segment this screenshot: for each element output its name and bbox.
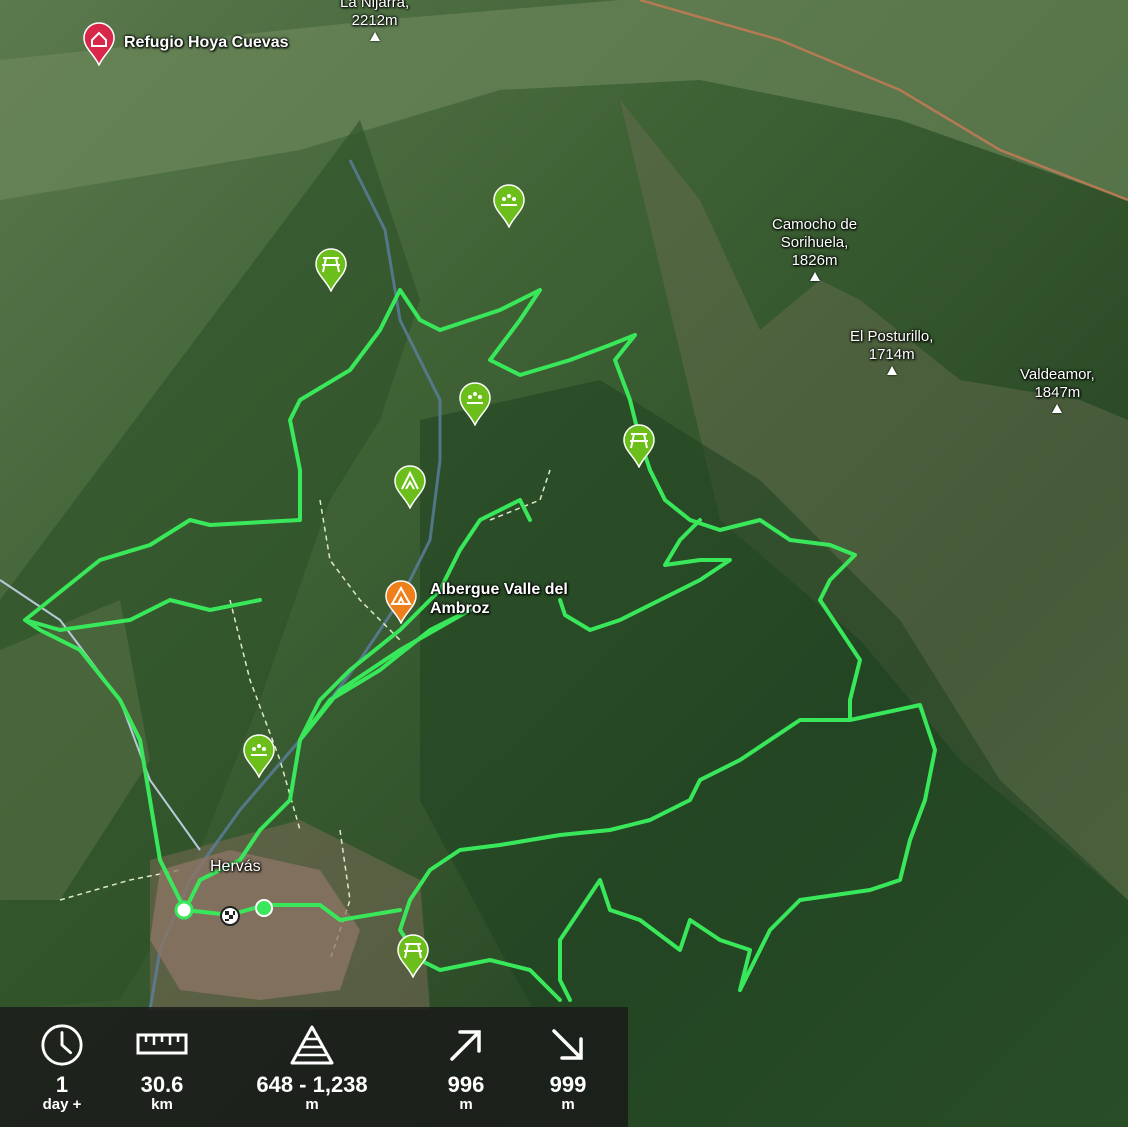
peak-icon — [809, 272, 820, 281]
campsite-pin-icon[interactable] — [384, 580, 418, 624]
satellite-map[interactable]: La Nijarra, 2212m Camocho de Sorihuela, … — [0, 0, 1128, 1127]
peak-icon — [1052, 404, 1063, 413]
viewpoint-pin-icon[interactable] — [492, 184, 526, 228]
ascent-unit: m — [459, 1096, 473, 1113]
peak-name: Camocho de Sorihuela, — [772, 216, 858, 251]
peak-name: El Posturillo, — [850, 328, 934, 345]
descent-unit: m — [561, 1096, 575, 1113]
altitude-unit: m — [305, 1096, 319, 1113]
picnic-pin-icon[interactable] — [314, 248, 348, 292]
peak-label-camocho: Camocho de Sorihuela, 1826m — [772, 216, 857, 281]
stat-altitude: 648 - 1,238 m — [200, 1007, 424, 1127]
picnic-pin-icon[interactable] — [622, 424, 656, 468]
stat-descent: 999 m — [508, 1007, 628, 1127]
descent-arrow-icon — [552, 1029, 583, 1060]
stat-ascent: 996 m — [424, 1007, 508, 1127]
ruler-icon — [136, 1033, 188, 1055]
peak-label-la-nijarra: La Nijarra, 2212m — [340, 0, 409, 41]
peak-icon — [886, 366, 897, 375]
start-marker-icon — [174, 900, 194, 920]
descent-value: 999 — [549, 1072, 587, 1097]
peak-elevation: 1847m — [1034, 384, 1081, 401]
distance-value: 30.6 — [140, 1072, 184, 1097]
altitude-icon — [290, 1025, 334, 1065]
altitude-value: 648 - 1,238 — [256, 1072, 368, 1097]
town-label: Hervás — [210, 858, 261, 875]
clock-icon — [41, 1024, 83, 1066]
peak-name: Valdeamor, — [1020, 366, 1095, 383]
peak-name: La Nijarra, — [340, 0, 410, 11]
shelter-pin-icon[interactable] — [393, 465, 427, 509]
refuge-pin-icon[interactable] — [82, 22, 116, 66]
ascent-value: 996 — [447, 1072, 485, 1097]
refugio-label[interactable]: Refugio Hoya Cuevas — [124, 34, 288, 52]
peak-elevation: 1826m — [791, 252, 838, 269]
peak-elevation: 2212m — [351, 12, 398, 29]
viewpoint-pin-icon[interactable] — [458, 382, 492, 426]
peak-icon — [369, 32, 380, 41]
distance-unit: km — [151, 1096, 173, 1113]
route-stats-panel: 1 day + 30.6 km 648 - 1,238 m 996 m 999 … — [0, 1007, 628, 1127]
ascent-arrow-icon — [450, 1030, 481, 1061]
peak-label-valdeamor: Valdeamor, 1847m — [1020, 366, 1095, 413]
waypoint-marker-icon — [255, 899, 273, 917]
stat-duration: 1 day + — [0, 1007, 124, 1127]
terrain-background — [0, 0, 1128, 1127]
duration-value: 1 — [55, 1072, 69, 1097]
duration-unit: day + — [42, 1096, 82, 1113]
peak-label-el-posturillo: El Posturillo, 1714m — [850, 328, 933, 375]
viewpoint-pin-icon[interactable] — [242, 734, 276, 778]
stat-distance: 30.6 km — [124, 1007, 200, 1127]
peak-elevation: 1714m — [868, 346, 915, 363]
route-markers[interactable] — [170, 898, 280, 928]
albergue-label[interactable]: Albergue Valle del Ambroz — [430, 580, 568, 618]
picnic-pin-icon[interactable] — [396, 934, 430, 978]
